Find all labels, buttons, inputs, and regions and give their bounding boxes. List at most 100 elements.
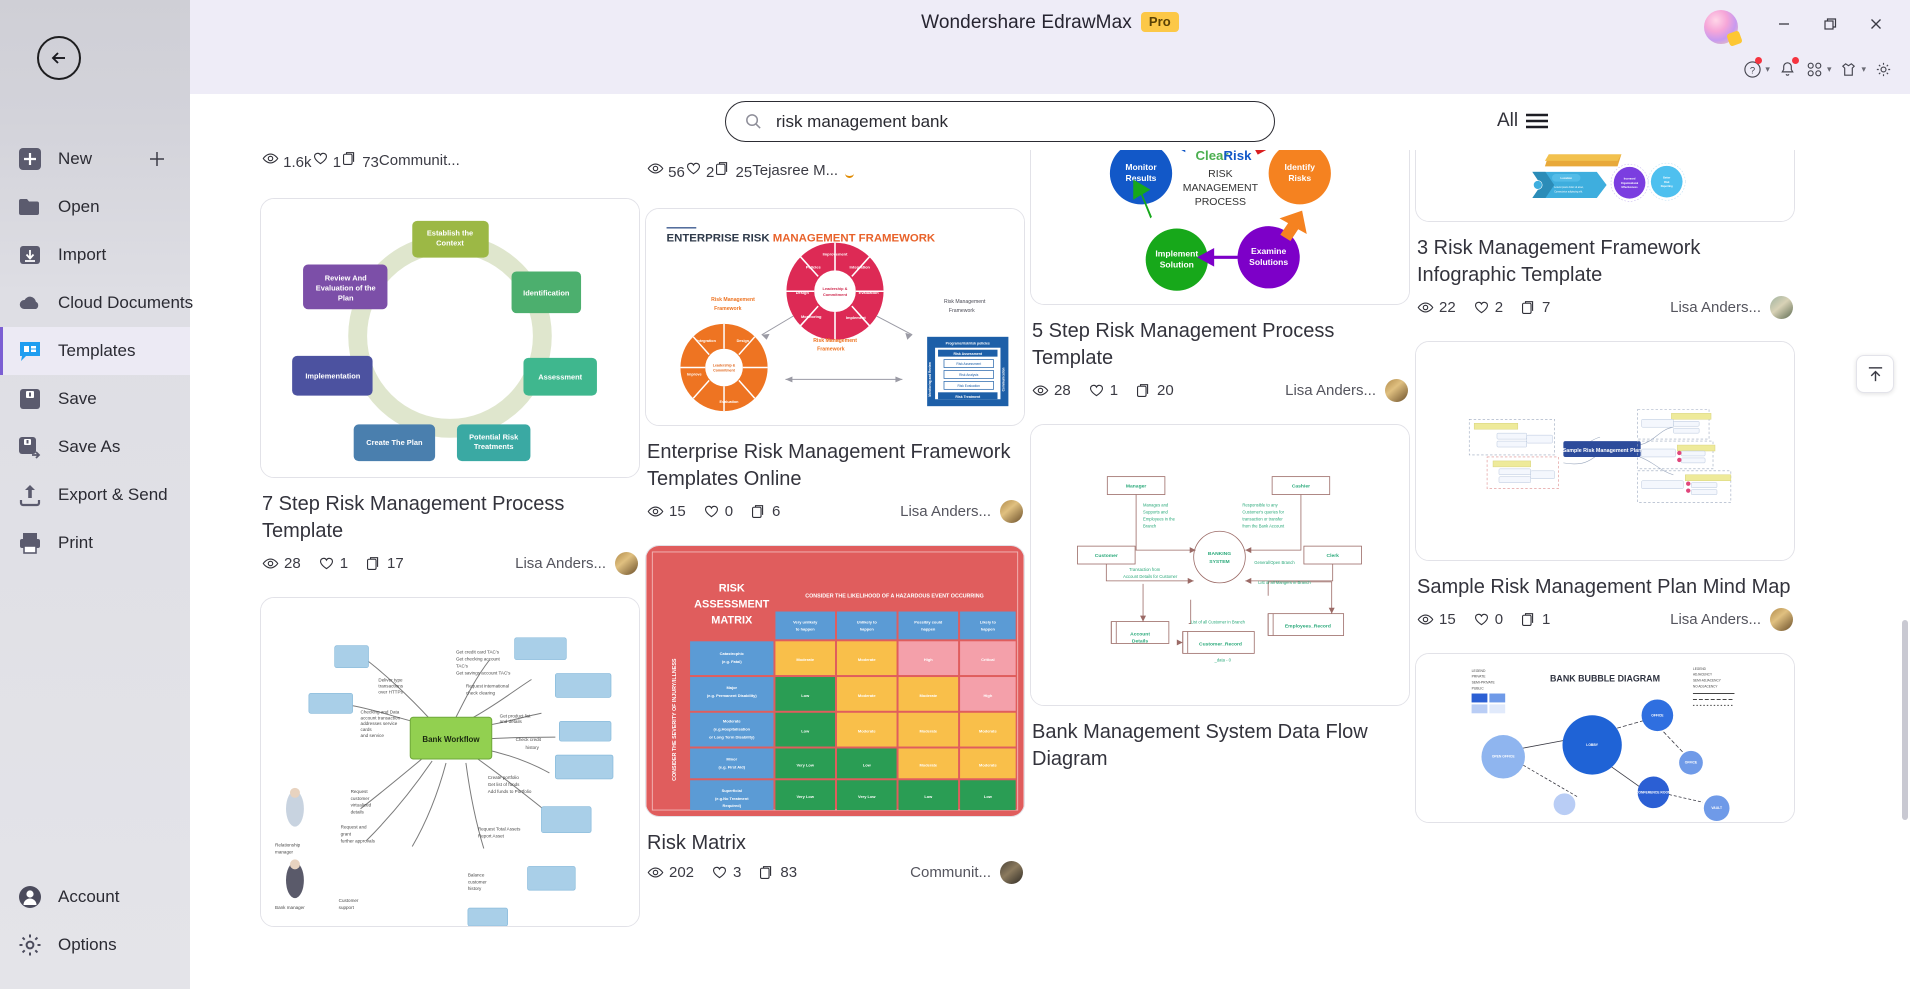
back-button[interactable]	[37, 36, 81, 80]
sidebar-item-save[interactable]: Save	[0, 375, 190, 423]
grid-column-3: Risks Identify Risks Examine Solutions I…	[1030, 150, 1410, 783]
svg-text:Risk Treatment: Risk Treatment	[955, 395, 981, 399]
sidebar-item-open[interactable]: Open	[0, 183, 190, 231]
sidebar-item-account[interactable]: Account	[0, 873, 190, 921]
svg-text:Manager: Manager	[1126, 484, 1146, 490]
svg-text:Very unlikely: Very unlikely	[793, 619, 818, 624]
close-button[interactable]	[1856, 8, 1896, 40]
template-thumbnail[interactable]: RISK ASSESSMENT MATRIX CONSIDER THE LIKE…	[645, 545, 1025, 817]
help-button[interactable]: ? ▾	[1740, 56, 1773, 83]
template-author[interactable]: Communit...	[910, 861, 1023, 884]
sidebar-item-export-send[interactable]: Export & Send	[0, 471, 190, 519]
svg-text:General/Open Branch: General/Open Branch	[1254, 560, 1295, 565]
sidebar-item-cloud-documents[interactable]: Cloud Documents	[0, 279, 193, 327]
svg-text:Risk Assessment: Risk Assessment	[954, 352, 983, 356]
svg-text:Request and: Request and	[341, 825, 367, 830]
template-author[interactable]: Lisa Anders...	[900, 500, 1023, 523]
svg-text:Sample Risk Management Plan: Sample Risk Management Plan	[1563, 448, 1642, 454]
sidebar-item-save-as[interactable]: Save As	[0, 423, 190, 471]
svg-text:Solution: Solution	[1160, 259, 1194, 269]
template-author[interactable]: Lisa Anders...	[1670, 608, 1793, 631]
settings-button[interactable]	[1871, 56, 1896, 83]
svg-text:Details: Details	[1132, 638, 1148, 644]
svg-text:Evaluation of the: Evaluation of the	[316, 283, 376, 292]
svg-text:LEGEND: LEGEND	[1693, 667, 1707, 671]
author-name: Communit...	[910, 864, 991, 881]
template-title[interactable]: Risk Matrix	[647, 830, 1023, 857]
svg-text:details: details	[351, 810, 365, 815]
views-stat: 56	[647, 160, 685, 181]
copy-icon	[1137, 384, 1149, 398]
template-thumbnail[interactable]: Manager Cashier Customer Clerk BANKING SY…	[1030, 424, 1410, 706]
sidebar-item-templates[interactable]: Templates	[0, 327, 190, 375]
template-author[interactable]: Tejasree M...	[752, 162, 838, 179]
seven-step-diagram: Establish theContext Identification Asse…	[261, 199, 639, 477]
import-icon	[20, 246, 40, 264]
svg-text:Framework: Framework	[714, 306, 742, 312]
template-card[interactable]: Establish the Context Identification Asse…	[260, 198, 640, 575]
template-card[interactable]: Sample Risk Management Plan Sample Risk …	[1415, 341, 1795, 631]
template-title[interactable]: Sample Risk Management Plan Mind Map	[1417, 574, 1793, 601]
template-author[interactable]: Communit...	[379, 152, 460, 169]
template-thumbnail[interactable]: Bank Workflow Deliver type transactions ov…	[260, 597, 640, 927]
template-card[interactable]: Bank Workflow Deliver type transactions ov…	[260, 597, 640, 927]
sidebar-item-print[interactable]: Print	[0, 519, 190, 567]
app-title-text: Wondershare EdrawMax	[921, 12, 1132, 33]
svg-text:Employees in the: Employees in the	[1143, 516, 1176, 521]
template-title[interactable]: Enterprise Risk Management Framework Tem…	[647, 439, 1023, 493]
template-title[interactable]: 3 Risk Management Framework Infographic …	[1417, 235, 1793, 289]
vertical-scrollbar[interactable]	[1902, 620, 1908, 820]
theme-button[interactable]: ▾	[1836, 56, 1869, 83]
svg-text:Manages and: Manages and	[1143, 502, 1169, 507]
sidebar-item-options[interactable]: Options	[0, 921, 190, 969]
apps-button[interactable]: ▾	[1802, 56, 1835, 83]
sidebar-item-label: Options	[58, 935, 117, 954]
copies-count: 73	[362, 154, 379, 171]
svg-text:NO ADJACENCY: NO ADJACENCY	[1693, 685, 1718, 689]
eye-icon	[1032, 385, 1049, 396]
svg-text:Balance: Balance	[468, 872, 485, 877]
restore-button[interactable]	[1810, 8, 1850, 40]
user-avatar[interactable]	[1704, 10, 1738, 44]
all-filter-button[interactable]: All	[1497, 110, 1549, 132]
svg-text:(e.g. Permanent Disability): (e.g. Permanent Disability)	[707, 693, 758, 698]
template-title[interactable]: 7 Step Risk Management Process Template	[262, 491, 638, 545]
template-thumbnail[interactable]: Establish the Context Identification Asse…	[260, 198, 640, 478]
template-title[interactable]: 5 Step Risk Management Process Template	[1032, 318, 1408, 372]
svg-text:Relationship: Relationship	[275, 842, 301, 847]
template-author[interactable]: Lisa Anders...	[1285, 379, 1408, 402]
template-card[interactable]: Risks Identify Risks Examine Solutions I…	[1030, 150, 1410, 402]
svg-text:and details: and details	[500, 719, 523, 724]
svg-text:Organizational: Organizational	[1621, 182, 1639, 185]
svg-text:LOBBY: LOBBY	[1586, 743, 1599, 747]
template-card[interactable]: ENTERPRISE RISK MANAGEMENT FRAMEWORK Imp…	[645, 208, 1025, 523]
svg-text:Effectiveness: Effectiveness	[1622, 186, 1639, 189]
template-card[interactable]: Manager Cashier Customer Clerk BANKING SY…	[1030, 424, 1410, 773]
sidebar-bottom-nav: Account Options	[0, 873, 190, 969]
template-thumbnail[interactable]: BANK BUBBLE DIAGRAM LEGEND PRIVATE SEMI-PR…	[1415, 653, 1795, 823]
template-card[interactable]: RISK ASSESSMENT MATRIX CONSIDER THE LIKE…	[645, 545, 1025, 884]
sidebar-item-new[interactable]: New	[0, 135, 190, 183]
template-thumbnail[interactable]: Location Lorem ipsum dolor sit amet, Con…	[1415, 150, 1795, 222]
template-card[interactable]: Location Lorem ipsum dolor sit amet, Con…	[1415, 150, 1795, 319]
heart-icon	[713, 866, 727, 879]
template-author[interactable]: Lisa Anders...	[1670, 296, 1793, 319]
template-card[interactable]: BANK BUBBLE DIAGRAM LEGEND PRIVATE SEMI-PR…	[1415, 653, 1795, 823]
notifications-button[interactable]	[1775, 56, 1800, 83]
svg-text:Monitoring and Review: Monitoring and Review	[928, 362, 932, 397]
templates-grid-area[interactable]: 1.6k 1 73 Communit... Establish the Cont…	[190, 150, 1910, 989]
template-thumbnail[interactable]: Sample Risk Management Plan	[1415, 341, 1795, 561]
minimize-button[interactable]	[1764, 8, 1804, 40]
template-author[interactable]: Lisa Anders...	[515, 552, 638, 575]
svg-text:_data - 0: _data - 0	[1214, 657, 1232, 662]
scroll-to-top-button[interactable]	[1856, 355, 1894, 393]
sidebar-item-import[interactable]: Import	[0, 231, 190, 279]
svg-text:Evaluation: Evaluation	[859, 290, 880, 295]
svg-text:SEMI-PRIVATE: SEMI-PRIVATE	[1472, 681, 1496, 685]
template-thumbnail[interactable]: Risks Identify Risks Examine Solutions I…	[1030, 150, 1410, 305]
template-title[interactable]: Bank Management System Data Flow Diagram	[1032, 719, 1408, 773]
search-input[interactable]: risk management bank	[725, 101, 1275, 142]
add-icon[interactable]	[148, 150, 166, 168]
template-thumbnail[interactable]: ENTERPRISE RISK MANAGEMENT FRAMEWORK Imp…	[645, 208, 1025, 426]
bank-workflow-diagram: Bank Workflow Deliver typetransactionsov…	[261, 598, 639, 926]
